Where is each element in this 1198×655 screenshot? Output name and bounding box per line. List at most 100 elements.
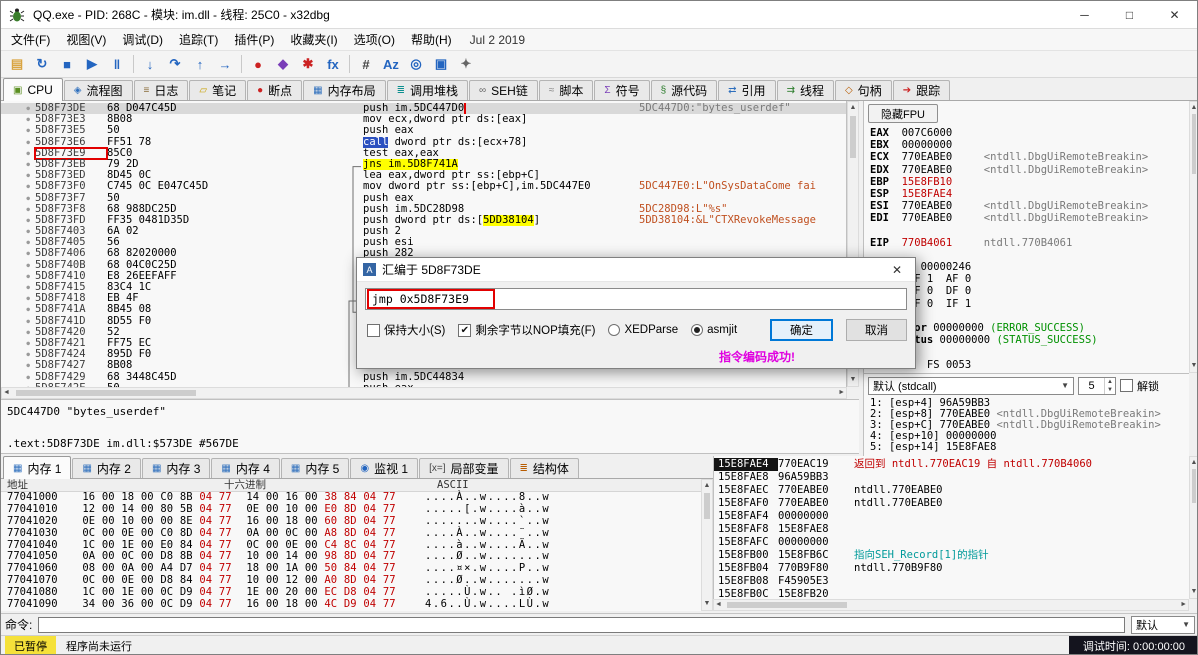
dialog-checkbox-1[interactable]: ✔ 剩余字节以NOP填充(F) <box>458 322 595 338</box>
step-over-icon[interactable]: ↷ <box>163 53 187 75</box>
disasm-row[interactable]: ● 5D8F73F7 50 push eax <box>1 192 846 204</box>
scroll-left-icon[interactable]: ◄ <box>2 387 11 399</box>
stack-vertical-scrollbar[interactable]: ▲ ▼ <box>1189 456 1197 599</box>
disasm-row[interactable]: ● 5D8F7429 68 3448C45D push im.5DC44834 <box>1 371 846 383</box>
registers-vertical-scrollbar[interactable]: ▲ ▼ <box>1189 101 1197 373</box>
stack-row[interactable]: 15E8FAF4 00000000 <box>714 510 1189 523</box>
scroll-up-icon[interactable]: ▲ <box>1190 102 1197 114</box>
tab-notes[interactable]: ▱ 笔记 <box>189 80 247 100</box>
stack-row[interactable]: 15E8FAE8 96A59BB3 <box>714 471 1189 484</box>
windows-icon[interactable]: ▣ <box>429 53 453 75</box>
stack-row[interactable]: 15E8FAF8 15E8FAE8 <box>714 523 1189 536</box>
stack-horizontal-scrollbar[interactable]: ◄ ► <box>713 599 1189 611</box>
tab-threads[interactable]: ⇉ 线程 <box>776 80 834 100</box>
calculator-icon[interactable]: # <box>354 53 378 75</box>
menu-item-3[interactable]: 追踪(T) <box>171 29 226 50</box>
step-into-icon[interactable]: ↓ <box>138 53 162 75</box>
tab-log[interactable]: ≡ 日志 <box>133 80 189 100</box>
disasm-row[interactable]: ● 5D8F7403 6A 02 push 2 <box>1 225 846 237</box>
register-line[interactable] <box>864 225 1189 237</box>
menu-item-6[interactable]: 选项(O) <box>346 29 403 50</box>
cancel-button[interactable]: 取消 <box>846 319 907 341</box>
tab-memory-1[interactable]: ▦ 内存 1 <box>3 456 72 479</box>
calling-convention-select[interactable]: 默认 (stdcall) ▼ <box>868 376 1074 395</box>
menu-item-5[interactable]: 收藏夹(I) <box>282 29 345 50</box>
step-out-icon[interactable]: ↑ <box>188 53 212 75</box>
scroll-thumb[interactable] <box>1192 469 1196 503</box>
tab-cpu[interactable]: ▣ CPU <box>3 78 63 101</box>
scroll-left-icon[interactable]: ◄ <box>714 599 723 611</box>
tab-call-stack[interactable]: ≣ 调用堆栈 <box>386 80 469 100</box>
dialog-radio-1[interactable]: asmjit <box>691 324 737 336</box>
register-line[interactable]: EDX 770EABE0 <ntdll.DbgUiRemoteBreakin> <box>864 164 1189 176</box>
command-input[interactable] <box>38 616 1125 633</box>
tab-memory-5[interactable]: ▦ 内存 5 <box>280 458 350 478</box>
register-line[interactable]: EDI 770EABE0 <ntdll.DbgUiRemoteBreakin> <box>864 212 1189 224</box>
tab-seh[interactable]: ∞ SEH链 <box>469 80 538 100</box>
scroll-thumb[interactable] <box>850 116 856 158</box>
dialog-close-button[interactable]: ✕ <box>879 258 915 282</box>
assemble-input[interactable]: jmp 0x5D8F73E9 <box>365 288 907 310</box>
register-line[interactable]: EBX 00000000 <box>864 139 1189 151</box>
tab-locals[interactable]: [x=] 局部变量 <box>419 458 509 478</box>
command-profile-select[interactable]: 默认 ▼ <box>1131 615 1195 634</box>
tab-memory-3[interactable]: ▦ 内存 3 <box>141 458 211 478</box>
stack-row[interactable]: 15E8FB08 F45905E3 <box>714 575 1189 588</box>
tab-breakpoints[interactable]: ● 断点 <box>247 80 303 100</box>
tab-graph[interactable]: ◈ 流程图 <box>63 80 133 100</box>
register-line[interactable]: EAX 007C6000 <box>864 127 1189 139</box>
menu-item-0[interactable]: 文件(F) <box>3 29 58 50</box>
stack-pane[interactable]: 15E8FAE4 770EAC19 返回到 ntdll.770EAC19 自 ntd… <box>713 456 1189 599</box>
find-icon[interactable]: ◎ <box>404 53 428 75</box>
scroll-up-icon[interactable]: ▲ <box>849 102 858 114</box>
scroll-thumb[interactable] <box>1192 114 1196 174</box>
minimize-button[interactable]: ─ <box>1062 1 1107 29</box>
tab-references[interactable]: ⇄ 引用 <box>718 80 776 100</box>
tab-memory-map[interactable]: ▦ 内存布局 <box>303 80 386 100</box>
stack-row[interactable]: 15E8FAEC 770EABE0 ntdll.770EABE0 <box>714 484 1189 497</box>
stack-row[interactable]: 15E8FAFC 00000000 <box>714 536 1189 549</box>
function-icon[interactable]: fx <box>321 53 345 75</box>
register-line[interactable]: ESP 15E8FAE4 <box>864 188 1189 200</box>
tab-struct[interactable]: ≣ 结构体 <box>509 458 579 478</box>
pause-icon[interactable]: ‖ <box>105 53 129 75</box>
tab-memory-4[interactable]: ▦ 内存 4 <box>211 458 280 478</box>
unlock-checkbox[interactable]: 解锁 <box>1120 378 1159 394</box>
tab-memory-2[interactable]: ▦ 内存 2 <box>72 458 141 478</box>
register-line[interactable]: EIP 770B4061 ntdll.770B4061 <box>864 237 1189 249</box>
scroll-up-icon[interactable]: ▲ <box>1190 457 1197 469</box>
scroll-up-icon[interactable]: ▲ <box>703 480 712 492</box>
register-line[interactable]: EBP 15E8FB10 <box>864 176 1189 188</box>
dialog-radio-0[interactable]: XEDParse <box>608 324 678 336</box>
patch-icon[interactable]: ✱ <box>296 53 320 75</box>
scroll-thumb[interactable] <box>704 493 710 519</box>
memory-dump-pane[interactable]: 地址 十六进制 ASCII 77041000 16 00 18 00 C0 8B 04 77 14… <box>1 479 701 611</box>
disasm-row[interactable]: ● 5D8F73E5 50 push eax <box>1 125 846 136</box>
stop-icon[interactable]: ■ <box>55 53 79 75</box>
menu-item-1[interactable]: 视图(V) <box>58 29 114 50</box>
open-file-icon[interactable]: ▤ <box>5 53 29 75</box>
dump-row[interactable]: 77041020 0E 00 10 00 00 8E 04 77 16 00 18 00 60 8D 04 77… <box>1 515 701 528</box>
trace-icon[interactable]: ◆ <box>271 53 295 75</box>
stepper-arrows-icon[interactable]: ▲ ▼ <box>1104 377 1115 394</box>
dump-row[interactable]: 77041030 0C 00 0E 00 C0 8D 04 77 0A 00 0C 00 A8 8D 04 77… <box>1 527 701 540</box>
run-to-cursor-icon[interactable]: → <box>213 53 237 75</box>
dump-row[interactable]: 77041090 34 00 36 00 0C D9 04 77 16 00 18 00 4C D9 04 77… <box>1 598 701 611</box>
dump-vertical-scrollbar[interactable]: ▲ ▼ <box>701 479 713 611</box>
tab-symbols[interactable]: Σ 符号 <box>594 80 650 100</box>
menu-item-4[interactable]: 插件(P) <box>226 29 282 50</box>
dialog-checkbox-0[interactable]: 保持大小(S) <box>367 322 445 338</box>
menu-item-7[interactable]: 帮助(H) <box>403 29 460 50</box>
stack-row[interactable]: 15E8FB00 15E8FB6C 指向SEH_Record[1]的指针 <box>714 549 1189 562</box>
disasm-row[interactable]: ● 5D8F73F0 C745 0C E047C45D mov dword ptr s… <box>1 181 846 192</box>
scroll-thumb[interactable] <box>727 602 847 608</box>
stack-row[interactable]: 15E8FAE4 770EAC19 返回到 ntdll.770EAC19 自 ntd… <box>714 458 1189 471</box>
scroll-thumb[interactable] <box>16 390 196 396</box>
tab-source[interactable]: § 源代码 <box>650 80 718 100</box>
scroll-down-icon[interactable]: ▼ <box>849 374 858 386</box>
tab-handles[interactable]: ◇ 句柄 <box>834 80 892 100</box>
ok-button[interactable]: 确定 <box>770 319 833 341</box>
disasm-row[interactable]: ● 5D8F73E3 8B08 mov ecx,dword ptr ds:[eax] <box>1 113 846 125</box>
assemble-icon[interactable]: Az <box>379 53 403 75</box>
dump-row[interactable]: 77041010 12 00 14 00 80 5B 04 77 0E 00 10 00 E0 8D 04 77… <box>1 503 701 516</box>
